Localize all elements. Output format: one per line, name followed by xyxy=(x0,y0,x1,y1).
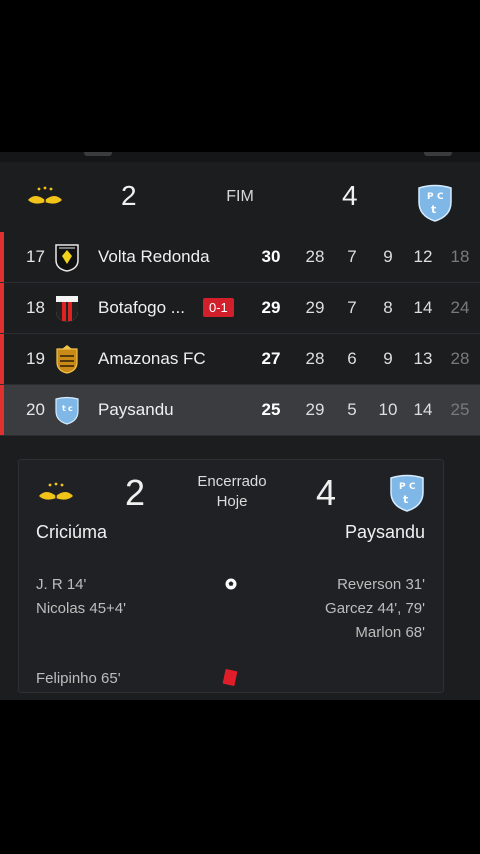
played: 28 xyxy=(305,349,325,368)
status-nub xyxy=(84,152,112,156)
svg-text:C: C xyxy=(437,192,444,202)
score-header[interactable]: 2 FIM 4 P C t xyxy=(0,162,480,232)
points: 25 xyxy=(261,400,281,419)
botafogo-crest-icon xyxy=(56,296,78,322)
away-score: 4 xyxy=(342,180,358,211)
draws: 9 xyxy=(383,349,393,368)
played: 28 xyxy=(305,247,325,266)
table-row-highlighted[interactable]: 20 t c Paysandu 25 29 5 10 14 25 xyxy=(0,385,480,436)
points: 30 xyxy=(261,247,281,266)
losses: 14 xyxy=(413,400,433,419)
team-name: Amazonas FC xyxy=(98,349,206,368)
position: 18 xyxy=(26,298,45,317)
losses: 12 xyxy=(413,247,433,266)
wins: 7 xyxy=(347,298,357,317)
svg-text:t: t xyxy=(403,493,408,506)
losses: 14 xyxy=(413,298,433,317)
paysandu-crest-icon: P C t xyxy=(390,474,424,512)
red-card-icon xyxy=(222,668,238,687)
extra-stat: 18 xyxy=(450,247,470,266)
soccer-ball-icon xyxy=(225,578,237,590)
wins: 7 xyxy=(347,247,357,266)
team-name: Volta Redonda xyxy=(98,247,210,266)
draws: 10 xyxy=(378,400,398,419)
svg-text:t: t xyxy=(431,203,436,216)
table-row[interactable]: 19 Amazonas FC 27 28 6 9 13 28 xyxy=(0,334,480,385)
svg-text:t: t xyxy=(62,404,66,413)
top-edge xyxy=(0,152,480,162)
wins: 5 xyxy=(347,400,357,419)
amazonas-crest-icon xyxy=(56,345,78,374)
wins: 6 xyxy=(347,349,357,368)
home-team-name[interactable]: Criciúma xyxy=(36,522,107,543)
away-goal: Marlon 68' xyxy=(355,624,425,641)
losses: 13 xyxy=(413,349,433,368)
svg-text:P: P xyxy=(427,192,434,202)
away-goal: Reverson 31' xyxy=(337,576,425,593)
position: 20 xyxy=(26,400,45,419)
paysandu-crest-icon: t c xyxy=(55,396,79,425)
played: 29 xyxy=(305,298,325,317)
volta-redonda-crest-icon xyxy=(55,244,79,272)
team-name: Paysandu xyxy=(98,400,174,419)
away-score: 4 xyxy=(316,472,337,513)
draws: 8 xyxy=(383,298,393,317)
team-name: Botafogo ... xyxy=(98,298,185,317)
svg-text:C: C xyxy=(409,482,416,492)
points: 29 xyxy=(261,298,281,317)
match-status: FIM xyxy=(226,188,254,205)
points: 27 xyxy=(261,349,281,368)
played: 29 xyxy=(305,400,325,419)
extra-stat: 28 xyxy=(450,349,470,368)
home-red-card: Felipinho 65' xyxy=(36,670,121,687)
standings-table: 17 Volta Redonda 30 28 7 9 12 18 18 Bota… xyxy=(0,232,480,436)
draws: 9 xyxy=(383,247,393,266)
svg-text:P: P xyxy=(399,482,406,492)
live-score-badge: 0-1 xyxy=(203,298,234,317)
extra-stat: 24 xyxy=(450,298,470,317)
table-row[interactable]: 17 Volta Redonda 30 28 7 9 12 18 xyxy=(0,232,480,283)
paysandu-crest-icon: P C t xyxy=(418,184,452,222)
away-goal: Garcez 44', 79' xyxy=(325,600,425,617)
position: 17 xyxy=(26,247,45,266)
match-screen: 2 FIM 4 P C t 17 Volta Redonda 30 28 7 9… xyxy=(0,152,480,700)
position: 19 xyxy=(26,349,45,368)
match-status: Encerrado xyxy=(197,473,267,490)
match-date: Hoje xyxy=(216,493,248,510)
extra-stat: 25 xyxy=(450,400,470,419)
table-row[interactable]: 18 Botafogo ... 0-1 29 29 7 8 14 24 xyxy=(0,283,480,334)
status-nub xyxy=(424,152,452,156)
home-goal: Nicolas 45+4' xyxy=(36,600,126,617)
svg-text:c: c xyxy=(68,404,73,413)
home-goal: J. R 14' xyxy=(36,576,87,593)
away-team-name[interactable]: Paysandu xyxy=(345,522,425,543)
match-summary-card[interactable]: 2 Encerrado Hoje 4 P C t Criciúma Paysan… xyxy=(18,459,444,693)
